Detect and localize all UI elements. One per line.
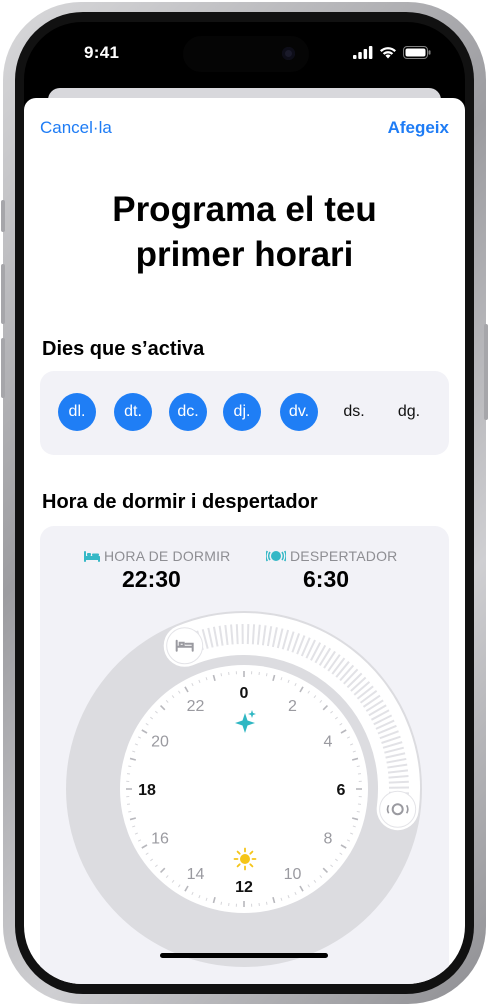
day-toggle-dj[interactable]: dj. bbox=[223, 393, 261, 431]
clock-number: 8 bbox=[324, 831, 333, 848]
add-button[interactable]: Afegeix bbox=[388, 118, 449, 138]
sleep-arc-tick bbox=[251, 624, 256, 645]
sleep-arc-tick bbox=[235, 624, 239, 645]
clock-tick bbox=[220, 901, 223, 905]
page-title-line-1: Programa el teu bbox=[112, 190, 377, 229]
page-title: Programa el teu primer horari bbox=[24, 187, 465, 277]
clock-tick bbox=[356, 765, 360, 768]
clock-number: 18 bbox=[138, 782, 156, 799]
clock-tick bbox=[356, 810, 360, 813]
day-toggle-dl[interactable]: dl. bbox=[58, 393, 96, 431]
clock-tick bbox=[220, 673, 223, 677]
wakeup-handle[interactable] bbox=[379, 790, 417, 828]
cancel-button[interactable]: Cancel·la bbox=[40, 118, 112, 138]
schedule-card: HORA DE DORMIR 22:30 DESPERTADOR 6:30 02… bbox=[40, 526, 449, 984]
clock-number: 20 bbox=[151, 734, 169, 751]
home-indicator bbox=[160, 953, 328, 958]
day-toggle-dg[interactable]: dg. bbox=[390, 393, 428, 431]
clock-face bbox=[120, 665, 368, 913]
wifi-icon bbox=[380, 47, 396, 59]
clock-number: 6 bbox=[337, 782, 346, 799]
dial-group: 0 2 4 6 8 10 12 14 16 18 20 22 bbox=[66, 611, 422, 967]
status-icons bbox=[353, 46, 431, 59]
dynamic-island bbox=[183, 36, 309, 72]
sleep-schedule-dial[interactable]: 0 2 4 6 8 10 12 14 16 18 20 22 bbox=[40, 526, 449, 984]
schedule-sheet: Cancel·la Afegeix Programa el teu primer… bbox=[24, 98, 465, 984]
day-toggle-ds[interactable]: ds. bbox=[335, 393, 373, 431]
clock-number: 22 bbox=[187, 698, 205, 715]
side-button bbox=[484, 324, 488, 420]
days-section-label: Dies que s’activa bbox=[42, 338, 205, 360]
clock-number: 10 bbox=[284, 866, 302, 883]
clock-number: 2 bbox=[288, 698, 297, 715]
camera-icon bbox=[282, 47, 295, 60]
clock-number: 4 bbox=[324, 734, 333, 751]
sleep-arc-tick bbox=[246, 624, 250, 645]
action-button bbox=[1, 200, 5, 232]
sun-core bbox=[240, 854, 250, 864]
day-toggle-dc[interactable]: dc. bbox=[169, 393, 207, 431]
day-toggle-dt[interactable]: dt. bbox=[114, 393, 152, 431]
schedule-section-label: Hora de dormir i despertador bbox=[42, 491, 318, 513]
status-bar: 9:41 bbox=[24, 22, 465, 88]
days-selector: dl. dt. dc. dj. dv. ds. dg. bbox=[40, 371, 449, 455]
clock-number: 0 bbox=[240, 685, 249, 702]
battery-icon bbox=[403, 46, 431, 59]
clock-tick bbox=[128, 810, 132, 813]
clock-number: 14 bbox=[187, 866, 205, 883]
status-time: 9:41 bbox=[84, 43, 120, 62]
page-title-line-2: primer horari bbox=[135, 235, 354, 274]
day-toggle-dv[interactable]: dv. bbox=[280, 393, 318, 431]
volume-up-button bbox=[1, 264, 5, 324]
sleep-arc-tick bbox=[388, 780, 409, 784]
screen: 9:41 Cancel·la Afegeix Programa el teu p… bbox=[24, 22, 465, 984]
clock-number: 16 bbox=[151, 831, 169, 848]
volume-down-button bbox=[1, 338, 5, 398]
signal-icon bbox=[353, 46, 373, 59]
clock-tick bbox=[265, 901, 268, 905]
clock-tick bbox=[265, 673, 268, 677]
clock-tick bbox=[128, 765, 132, 768]
clock-number: 12 bbox=[235, 879, 253, 896]
